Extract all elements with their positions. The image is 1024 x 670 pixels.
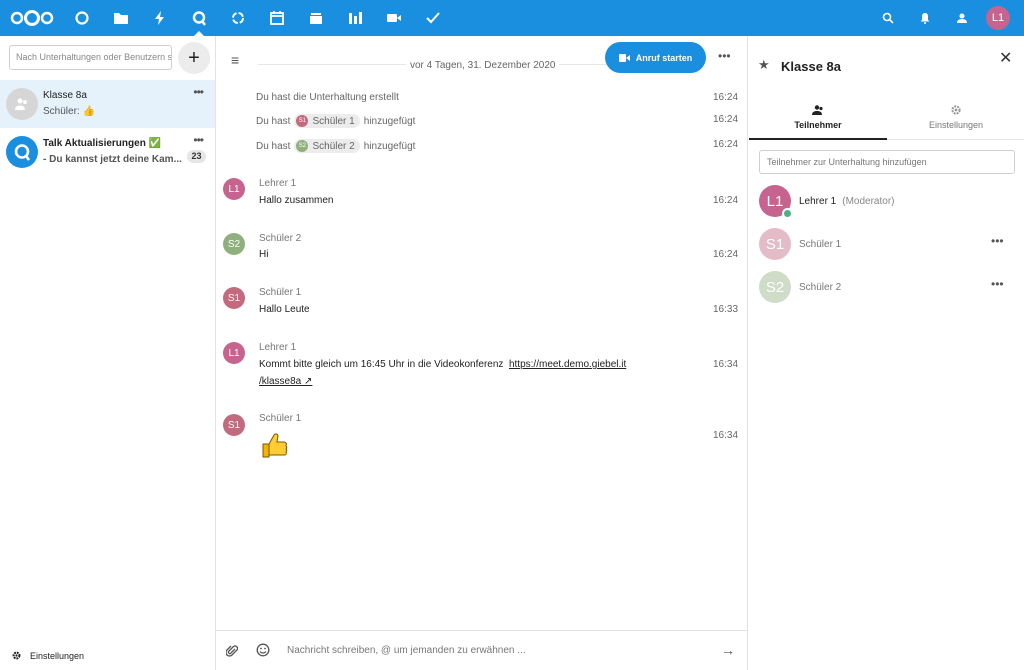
settings-label: Einstellungen bbox=[30, 650, 85, 661]
conversation-menu-icon[interactable]: ••• bbox=[718, 49, 731, 63]
analytics-icon[interactable] bbox=[335, 0, 374, 36]
message-time: 16:24 bbox=[713, 249, 739, 260]
date-label: vor 4 Tagen, 31. Dezember 2020 bbox=[406, 60, 560, 71]
message-author: Schüler 1 bbox=[259, 413, 302, 424]
avatar[interactable]: S2 bbox=[223, 233, 245, 255]
participant-name: Schüler 1 bbox=[799, 239, 842, 250]
avatar: S1 bbox=[759, 228, 791, 260]
avatar[interactable]: L1 bbox=[223, 342, 245, 364]
close-icon[interactable]: ✕ bbox=[999, 48, 1012, 68]
participant-name: Schüler 2 bbox=[799, 282, 842, 293]
unread-badge: 23 bbox=[187, 150, 206, 163]
message-time: 16:34 bbox=[713, 359, 739, 370]
calendar-icon[interactable] bbox=[257, 0, 296, 36]
participants-icon bbox=[812, 105, 823, 115]
files-icon[interactable] bbox=[101, 0, 140, 36]
tab-settings[interactable]: Einstellungen bbox=[887, 104, 1024, 140]
user-mention-chip[interactable]: S1 Schüler 1 bbox=[294, 114, 360, 128]
new-conversation-button[interactable]: + bbox=[178, 42, 210, 74]
message-text: Hallo Leute bbox=[259, 304, 310, 315]
message-time: 16:33 bbox=[713, 304, 739, 315]
video-icon[interactable] bbox=[374, 0, 413, 36]
system-message: Du hast S2 Schüler 2 hinzugefügt bbox=[256, 139, 416, 153]
more-options-icon[interactable]: ••• bbox=[991, 277, 1004, 291]
message-author: Lehrer 1 bbox=[259, 342, 297, 353]
message-text: Hallo zusammen bbox=[259, 195, 334, 206]
message-composer: Nachricht schreiben, @ um jemanden zu er… bbox=[216, 630, 747, 670]
message-author: Lehrer 1 bbox=[259, 178, 297, 189]
bell-icon[interactable] bbox=[906, 0, 943, 36]
avatar[interactable]: S1 bbox=[223, 414, 245, 436]
conversation-item[interactable]: Klasse 8a Schüler: 👍 ••• bbox=[0, 80, 215, 128]
gear-icon bbox=[12, 651, 21, 660]
message-time: 16:24 bbox=[713, 139, 739, 150]
search-icon[interactable] bbox=[869, 0, 906, 36]
message-time: 16:34 bbox=[713, 430, 739, 441]
talk-updates-avatar-icon bbox=[6, 136, 38, 168]
tasks-icon[interactable] bbox=[413, 0, 452, 36]
menu-icon[interactable]: ≡ bbox=[231, 52, 239, 68]
activity-icon[interactable] bbox=[140, 0, 179, 36]
paperclip-icon[interactable] bbox=[226, 644, 238, 658]
conversation-item[interactable]: Talk Aktualisierungen ✅ - Du kannst jetz… bbox=[0, 128, 215, 176]
more-options-icon[interactable]: ••• bbox=[193, 85, 204, 99]
tab-participants[interactable]: Teilnehmer bbox=[749, 104, 887, 140]
chat-panel: ≡ vor 4 Tagen, 31. Dezember 2020 Anruf s… bbox=[216, 36, 747, 670]
avatar[interactable]: L1 bbox=[223, 178, 245, 200]
conversation-last-message: - Du kannst jetzt deine Kam... bbox=[43, 154, 182, 165]
message-time: 16:24 bbox=[713, 195, 739, 206]
more-options-icon[interactable]: ••• bbox=[991, 234, 1004, 248]
star-icon[interactable]: ★ bbox=[758, 57, 770, 73]
message-text-continued: /klasse8a ↗ bbox=[259, 376, 312, 387]
sync-icon[interactable] bbox=[218, 0, 257, 36]
dashboard-icon[interactable] bbox=[62, 0, 101, 36]
participant-item[interactable]: S2 Schüler 2 ••• bbox=[759, 271, 1015, 305]
start-call-button[interactable]: Anruf starten bbox=[605, 42, 706, 73]
deck-icon[interactable] bbox=[296, 0, 335, 36]
avatar: S2 bbox=[759, 271, 791, 303]
participant-item[interactable]: L1 Lehrer 1 (Moderator) bbox=[759, 185, 1015, 219]
conference-link[interactable]: https://meet.demo.giebel.it bbox=[509, 359, 626, 370]
contacts-icon[interactable] bbox=[943, 0, 980, 36]
more-options-icon[interactable]: ••• bbox=[193, 133, 204, 147]
send-arrow-icon[interactable]: → bbox=[721, 642, 735, 658]
conversation-details-sidebar: ★ Klasse 8a ✕ Teilnehmer Einstellungen T… bbox=[747, 36, 1024, 670]
online-status-indicator bbox=[782, 208, 793, 219]
participant-role: (Moderator) bbox=[842, 196, 895, 207]
settings-button[interactable]: Einstellungen bbox=[11, 650, 84, 661]
participant-item[interactable]: S1 Schüler 1 ••• bbox=[759, 228, 1015, 262]
avatar[interactable]: S1 bbox=[223, 287, 245, 309]
message-text: Kommt bitte gleich um 16:45 Uhr in die V… bbox=[259, 359, 627, 370]
conversation-title: Talk Aktualisierungen ✅ bbox=[43, 138, 162, 149]
gear-icon bbox=[951, 105, 961, 115]
message-input[interactable]: Nachricht schreiben, @ um jemanden zu er… bbox=[287, 645, 526, 656]
add-participant-input[interactable]: Teilnehmer zur Unterhaltung hinzufügen bbox=[759, 150, 1015, 174]
conversation-title: Klasse 8a bbox=[43, 90, 87, 101]
user-mention-chip[interactable]: S2 Schüler 2 bbox=[294, 139, 360, 153]
system-message: Du hast die Unterhaltung erstellt bbox=[256, 92, 399, 103]
system-message: Du hast S1 Schüler 1 hinzugefügt bbox=[256, 114, 416, 128]
emoji-icon[interactable] bbox=[256, 643, 270, 657]
message-text: Hi bbox=[259, 249, 269, 260]
group-avatar-icon bbox=[6, 88, 38, 120]
conference-link-continued[interactable]: /klasse8a ↗ bbox=[259, 376, 312, 387]
conversation-name[interactable]: Klasse 8a bbox=[781, 59, 841, 74]
message-author: Schüler 2 bbox=[259, 233, 302, 244]
message-time: 16:24 bbox=[713, 114, 739, 125]
participant-name: Lehrer 1 (Moderator) bbox=[799, 196, 895, 207]
thumbs-up-emoji-icon bbox=[262, 433, 288, 458]
message-author: Schüler 1 bbox=[259, 287, 302, 298]
conversation-list: Nach Unterhaltungen oder Benutzern suche… bbox=[0, 36, 216, 670]
talk-icon[interactable] bbox=[179, 0, 218, 36]
user-avatar[interactable]: L1 bbox=[986, 6, 1010, 30]
nextcloud-logo-icon[interactable] bbox=[10, 9, 54, 27]
conversation-last-message: Schüler: 👍 bbox=[43, 106, 95, 117]
video-icon bbox=[618, 53, 630, 62]
top-bar: L1 bbox=[0, 0, 1024, 36]
search-conversations-input[interactable]: Nach Unterhaltungen oder Benutzern suche… bbox=[9, 45, 172, 70]
message-time: 16:24 bbox=[713, 92, 739, 103]
